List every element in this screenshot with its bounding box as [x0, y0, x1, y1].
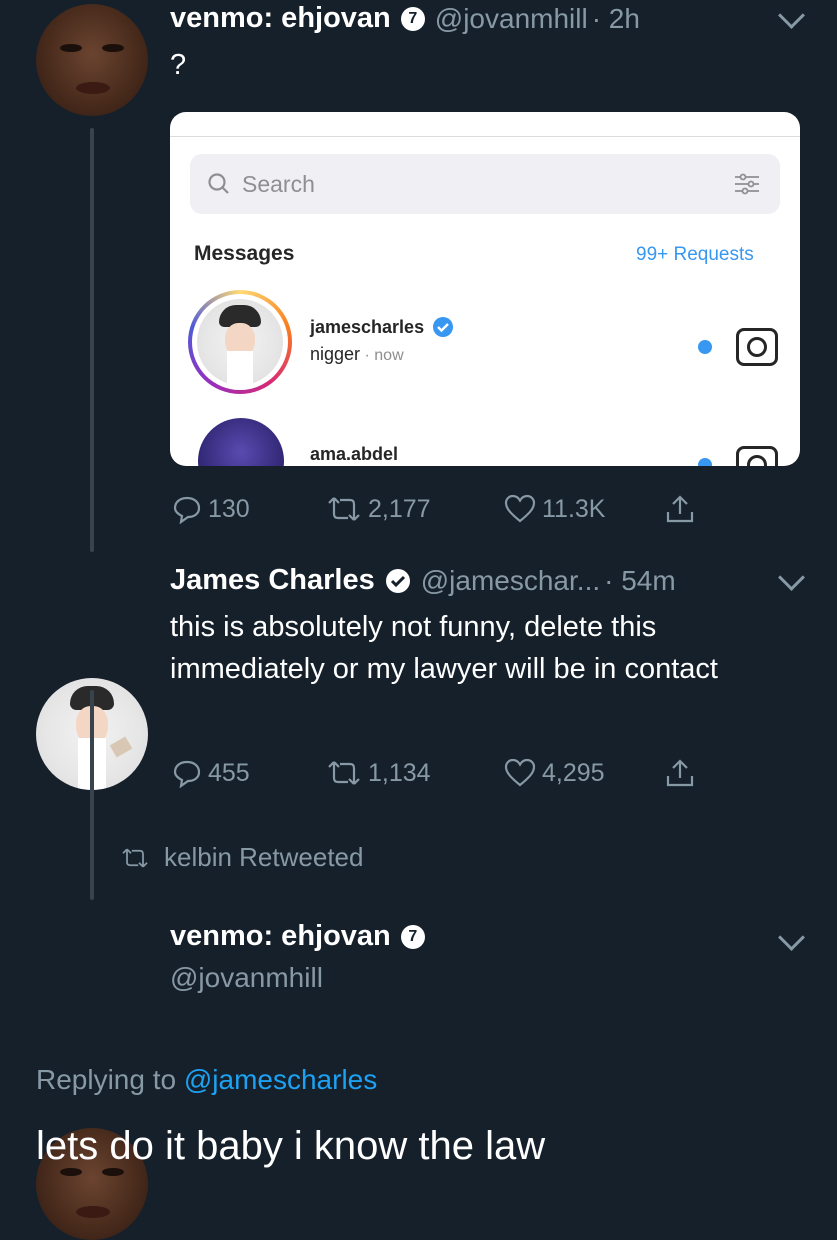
verified-badge-icon: [433, 317, 454, 337]
share-icon: [666, 759, 694, 787]
replying-to: Replying to @jamescharles: [36, 1064, 377, 1096]
retweeted-label[interactable]: kelbin Retweeted: [120, 842, 363, 873]
embedded-image[interactable]: Search Messages 99+ Requests jamescharle…: [170, 112, 800, 466]
chevron-down-icon[interactable]: [778, 924, 805, 951]
tweet-header: James Charles @jameschar... · 54m: [170, 564, 676, 597]
filter-icon[interactable]: [732, 169, 762, 199]
display-name[interactable]: venmo: ehjovan: [170, 920, 391, 953]
camera-icon[interactable]: [736, 446, 778, 466]
like-count: 11.3K: [542, 494, 606, 523]
verified-icon: 7: [400, 6, 425, 31]
retweet-icon: [122, 848, 148, 867]
search-placeholder: Search: [242, 170, 315, 197]
display-name[interactable]: James Charles: [170, 564, 375, 597]
retweet-icon: [328, 497, 360, 521]
top-divider: [170, 136, 800, 137]
tweet-text: lets do it baby i know the law: [36, 1124, 546, 1168]
reply-icon: [173, 760, 201, 788]
reply-button[interactable]: 455: [172, 758, 250, 788]
reply-button[interactable]: 130: [172, 494, 250, 524]
avatar-ama-abdel[interactable]: [198, 418, 284, 466]
search-input[interactable]: Search: [190, 154, 780, 214]
display-name[interactable]: venmo: ehjovan: [170, 2, 391, 35]
verified-icon: 7: [400, 924, 425, 949]
retweet-button[interactable]: 1,134: [326, 758, 431, 788]
avatar-jamescharles-story[interactable]: [188, 290, 292, 394]
heart-icon: [504, 494, 536, 523]
reply-count: 130: [208, 494, 250, 523]
heart-icon: [504, 758, 536, 787]
verified-icon: [385, 568, 410, 593]
thread-line: [90, 690, 94, 900]
thread-username: jamescharles: [310, 316, 425, 337]
timestamp[interactable]: · 2h: [592, 3, 640, 35]
retweet-button[interactable]: 2,177: [326, 494, 431, 524]
handle[interactable]: @jameschar...: [421, 565, 600, 597]
tweet-text: this is absolutely not funny, delete thi…: [170, 611, 718, 685]
thread-time: · now: [364, 347, 404, 364]
reply-count: 455: [208, 758, 250, 787]
handle[interactable]: @jovanmhill: [435, 3, 588, 35]
camera-icon[interactable]: [736, 328, 778, 366]
reply-icon: [173, 496, 201, 524]
search-icon: [208, 173, 229, 194]
thread-line: [90, 128, 94, 552]
handle[interactable]: @jovanmhill: [170, 962, 323, 994]
retweet-count: 2,177: [368, 494, 431, 523]
like-button[interactable]: 11.3K: [504, 494, 605, 524]
thread-username: ama.abdel: [310, 444, 399, 464]
unread-dot: [698, 340, 712, 354]
chevron-down-icon[interactable]: [778, 564, 805, 591]
share-button[interactable]: [664, 758, 696, 790]
like-count: 4,295: [542, 758, 605, 787]
avatar-ehjovan[interactable]: [36, 4, 148, 116]
requests-link[interactable]: 99+ Requests: [636, 244, 754, 266]
thread-preview: nigger: [310, 344, 361, 364]
share-icon: [666, 495, 694, 523]
messages-title: Messages: [194, 242, 295, 265]
retweet-count: 1,134: [368, 758, 431, 787]
tweet-header: venmo: ehjovan 7: [170, 920, 425, 953]
share-button[interactable]: [664, 494, 696, 526]
chevron-down-icon[interactable]: [778, 2, 805, 29]
replying-to-link[interactable]: @jamescharles: [184, 1064, 377, 1095]
unread-dot: [698, 458, 712, 466]
retweet-icon: [328, 761, 360, 785]
timestamp[interactable]: · 54m: [604, 565, 676, 597]
like-button[interactable]: 4,295: [504, 758, 605, 788]
retweeted-by: kelbin Retweeted: [164, 842, 364, 872]
tweet-header: venmo: ehjovan 7 @jovanmhill · 2h: [170, 2, 640, 35]
replying-prefix: Replying to: [36, 1064, 177, 1095]
thread-info[interactable]: jamescharles nigger · now: [310, 316, 454, 365]
tweet-text: ?: [170, 49, 187, 81]
